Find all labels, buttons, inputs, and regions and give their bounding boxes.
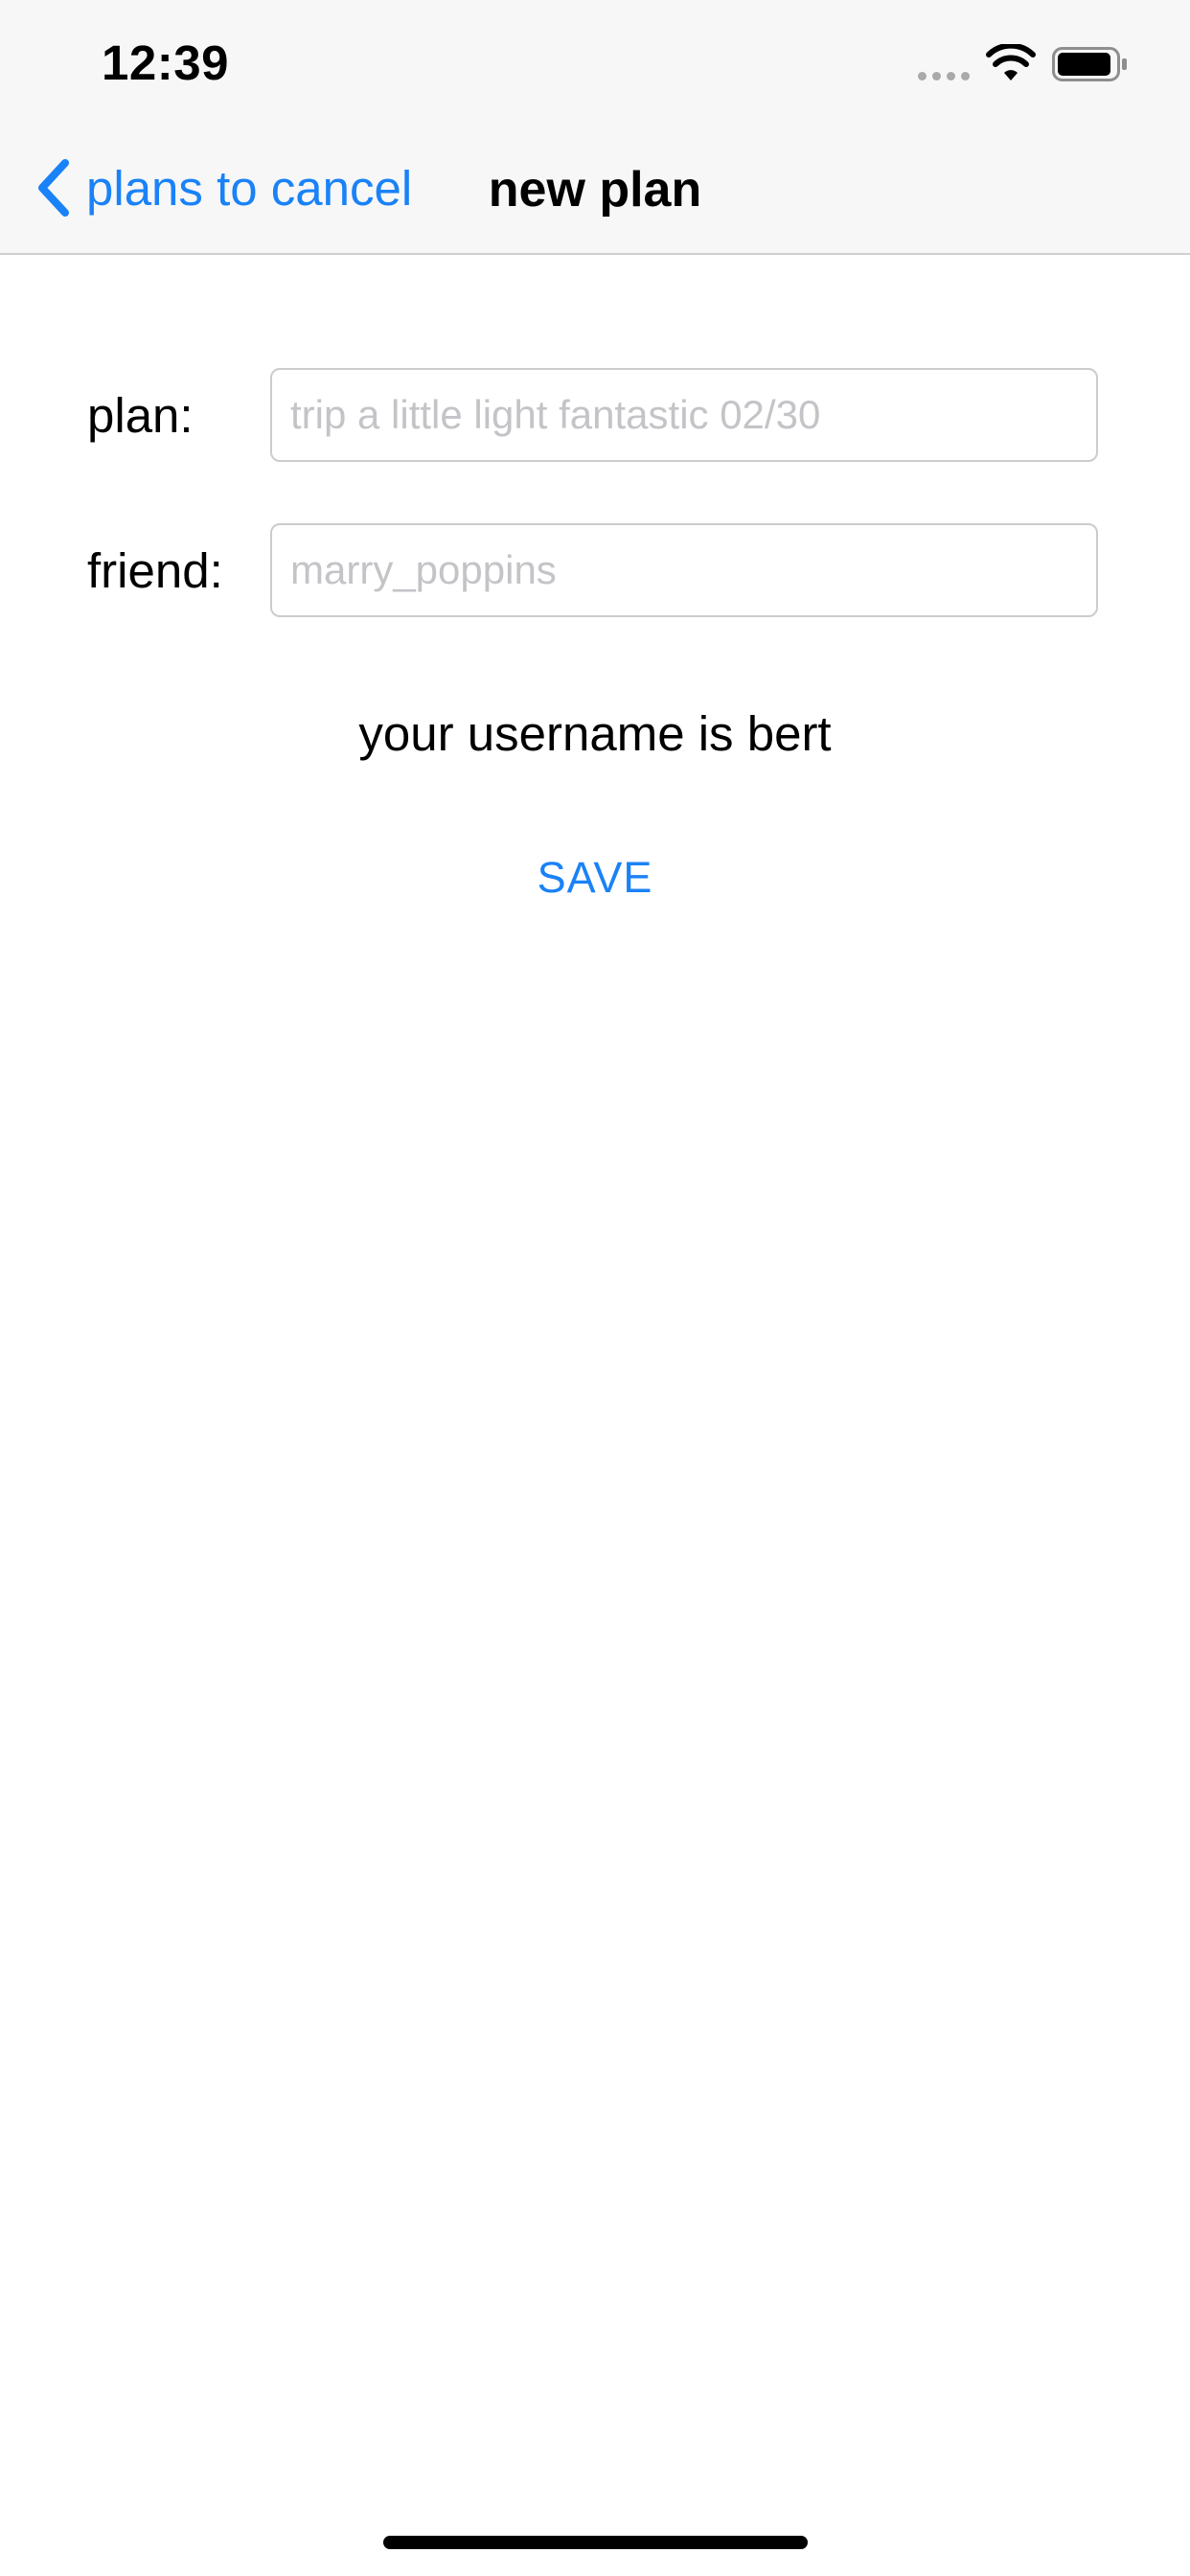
top-bar: 12:39 plans to cancel new plan: [0, 0, 1190, 255]
plan-label: plan:: [87, 388, 194, 443]
page-title: new plan: [488, 162, 702, 218]
username-text: your username is bert: [358, 706, 832, 761]
friend-label: friend:: [87, 543, 223, 598]
signal-dots-icon: [918, 72, 970, 80]
home-indicator[interactable]: [383, 2536, 808, 2549]
back-button[interactable]: plans to cancel: [34, 153, 412, 222]
battery-icon: [1052, 47, 1127, 81]
back-label: plans to cancel: [86, 160, 413, 216]
plan-input[interactable]: [270, 368, 1098, 462]
wifi-icon: [986, 44, 1036, 80]
save-button[interactable]: SAVE: [499, 843, 691, 912]
chevron-left-icon: [38, 159, 69, 217]
friend-input[interactable]: [270, 523, 1098, 617]
status-time: 12:39: [102, 35, 229, 90]
